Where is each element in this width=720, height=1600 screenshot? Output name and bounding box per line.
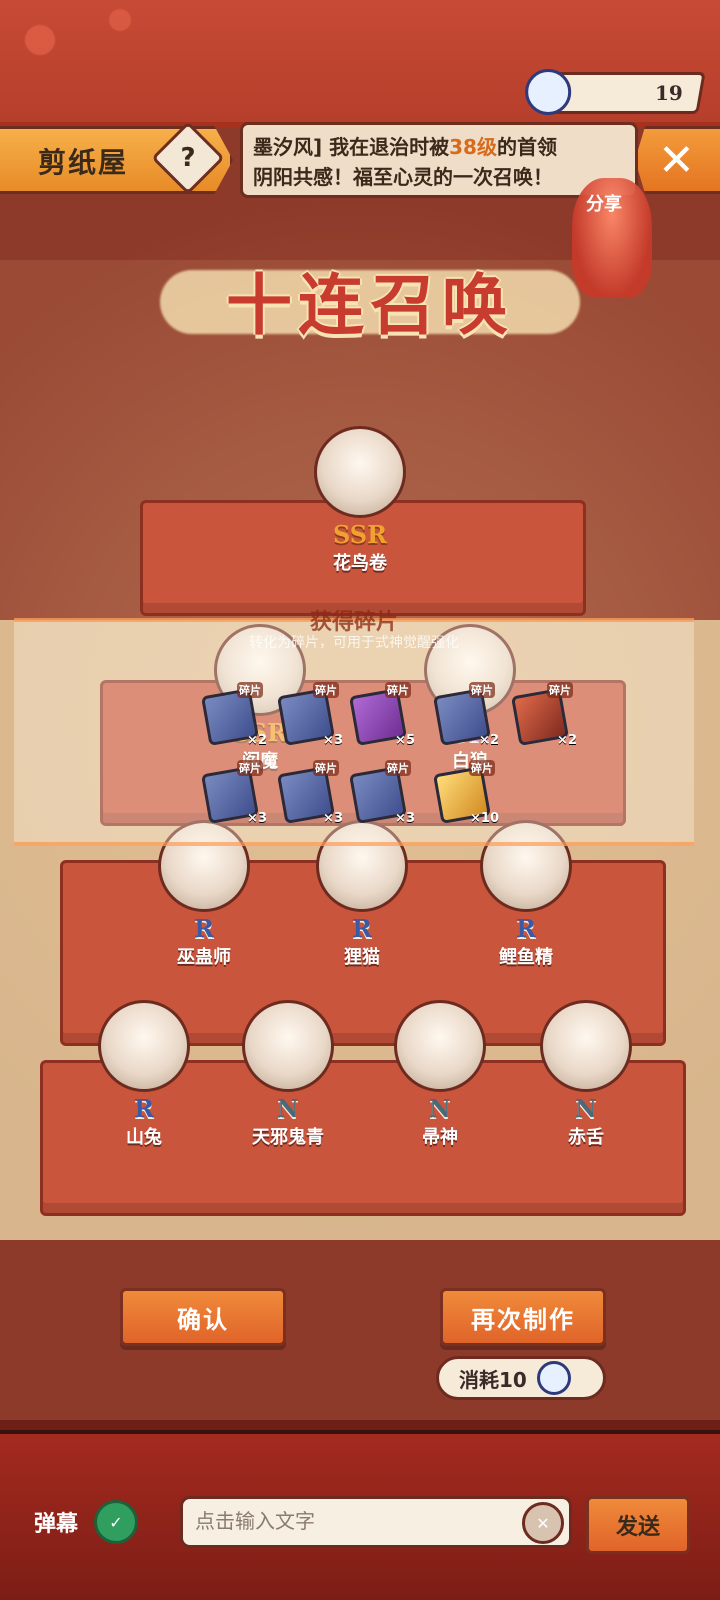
shard-tag: 碎片 — [237, 760, 263, 776]
shard-grid: 碎片 ×2 碎片 ×3 碎片 ×5 碎片 ×2 碎片 ×2 碎片 ×3 碎片 ×… — [179, 678, 599, 828]
character-rarity: SSR — [332, 520, 388, 549]
shard-item: 碎片 ×5 — [347, 682, 415, 748]
shard-item: 碎片 ×3 — [275, 682, 343, 748]
close-button[interactable]: ✕ — [635, 126, 720, 194]
shard-tag: 碎片 — [469, 682, 495, 698]
summon-again-button[interactable]: 再次制作 — [440, 1288, 606, 1346]
character-portrait — [242, 1000, 334, 1092]
shard-count: ×3 — [323, 733, 343, 748]
shard-count: ×3 — [323, 811, 343, 826]
currency-display: 19 — [525, 69, 706, 115]
character-name: 鲤鱼精 — [499, 947, 553, 968]
confirm-button[interactable]: 确认 — [120, 1288, 286, 1346]
danmaku-toggle[interactable]: ✓ — [94, 1500, 138, 1544]
shard-item: 碎片 ×2 — [509, 682, 577, 748]
shard-count: ×5 — [395, 733, 415, 748]
shard-item: 碎片 ×3 — [275, 760, 343, 826]
shard-tag: 碎片 — [469, 760, 495, 776]
character-rarity: R — [194, 914, 214, 943]
character-name: 帚神 — [422, 1127, 458, 1148]
clear-input-button[interactable]: ✕ — [522, 1502, 564, 1544]
character-card[interactable]: N 赤舌 — [526, 1000, 646, 1149]
share-label[interactable]: 分享 — [586, 190, 622, 216]
shard-tag: 碎片 — [313, 682, 339, 698]
character-name: 天邪鬼青 — [252, 1127, 324, 1148]
character-portrait — [314, 426, 406, 518]
check-icon: ✓ — [109, 1512, 123, 1532]
ticker-line-1-prefix: 墨汐风] 我在退治时被 — [253, 135, 450, 159]
announcement-ticker: 墨汐风] 我在退治时被38级的首领 阴阳共感！福至心灵的一次召唤！ — [240, 122, 638, 198]
summon-ticket-icon — [525, 69, 572, 115]
ticker-line-2: 阴阳共感！福至心灵的一次召唤！ — [253, 165, 553, 189]
character-card[interactable]: N 天邪鬼青 — [228, 1000, 348, 1149]
character-name: 巫蛊师 — [177, 947, 231, 968]
close-icon: ✕ — [536, 1513, 550, 1533]
shard-count: ×3 — [247, 811, 267, 826]
ticker-line-1: 墨汐风] 我在退治时被38级的首领 — [253, 131, 557, 160]
shard-overlay: 获得碎片 转化为碎片，可用于式神觉醒强化 碎片 ×2 碎片 ×3 碎片 ×5 碎… — [14, 610, 694, 846]
shard-count: ×2 — [479, 733, 499, 748]
shard-overlay-subtitle: 转化为碎片，可用于式神觉醒强化 — [249, 635, 459, 651]
shard-count: ×2 — [557, 733, 577, 748]
shard-tag: 碎片 — [237, 682, 263, 698]
shard-item: 碎片 ×3 — [199, 760, 267, 826]
character-portrait — [394, 1000, 486, 1092]
danmaku-label: 弹幕 — [34, 1512, 79, 1537]
summon-ticket-icon — [536, 1361, 571, 1395]
page-title: 剪纸屋 — [38, 146, 129, 179]
character-name: 山兔 — [126, 1127, 162, 1148]
character-portrait — [98, 1000, 190, 1092]
ticker-level: 38级 — [449, 135, 497, 159]
close-icon: ✕ — [658, 135, 695, 186]
game-screen: 19 剪纸屋 ? 墨汐风] 我在退治时被38级的首领 阴阳共感！福至心灵的一次召… — [0, 0, 720, 1600]
shard-count: ×3 — [395, 811, 415, 826]
shard-tag: 碎片 — [385, 760, 411, 776]
character-rarity: R — [516, 914, 536, 943]
chat-input[interactable] — [180, 1496, 572, 1548]
shard-tag: 碎片 — [385, 682, 411, 698]
shard-item: 碎片 ×2 — [431, 682, 499, 748]
shard-count: ×10 — [470, 811, 499, 826]
shard-tag: 碎片 — [547, 682, 573, 698]
shard-item: 碎片 ×3 — [347, 760, 415, 826]
help-icon: ? — [180, 143, 196, 173]
character-rarity: N — [429, 1094, 451, 1123]
cost-label: 消耗10 — [459, 1367, 527, 1392]
character-name: 狸猫 — [344, 947, 380, 968]
ticker-line-1-suffix: 的首领 — [496, 135, 557, 159]
currency-value: 19 — [655, 81, 683, 105]
cost-indicator: 消耗10 — [436, 1356, 606, 1400]
character-card[interactable]: SSR 花鸟卷 — [300, 426, 420, 575]
character-rarity: N — [277, 1094, 299, 1123]
character-rarity: R — [134, 1094, 154, 1123]
character-card[interactable]: N 帚神 — [380, 1000, 500, 1149]
send-button[interactable]: 发送 — [586, 1496, 690, 1554]
summon-title: 十连召唤 — [226, 267, 514, 344]
character-rarity: N — [575, 1094, 597, 1123]
character-rarity: R — [352, 914, 372, 943]
shard-item: 碎片 ×2 — [199, 682, 267, 748]
shard-count: ×2 — [247, 733, 267, 748]
character-portrait — [540, 1000, 632, 1092]
shard-item: 碎片 ×10 — [431, 760, 499, 826]
character-name: 赤舌 — [568, 1127, 604, 1148]
character-name: 花鸟卷 — [333, 553, 387, 574]
character-card[interactable]: R 山兔 — [84, 1000, 204, 1149]
shard-tag: 碎片 — [313, 760, 339, 776]
